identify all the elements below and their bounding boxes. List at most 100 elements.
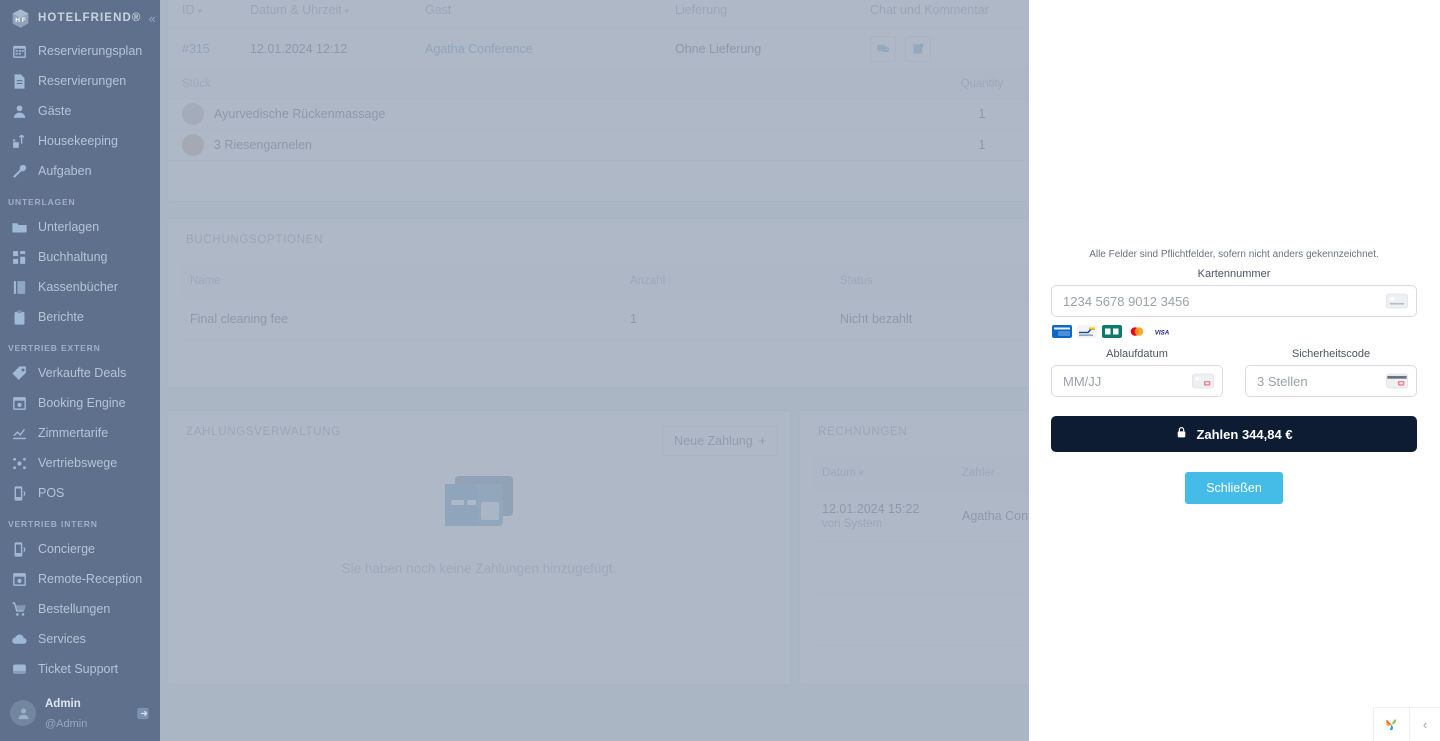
card-number-label: Kartennummer: [1197, 268, 1271, 280]
support-widget[interactable]: ‹: [1373, 707, 1440, 741]
col-guest: Gast: [425, 2, 452, 17]
add-payment-button[interactable]: Neue Zahlung +: [662, 426, 778, 456]
credit-cards-icon: [439, 474, 519, 543]
hotelfriend-logo-icon: H F: [10, 8, 31, 29]
payment-empty-state: Sie haben noch keine Zahlungen hinzugefü…: [168, 474, 790, 576]
clipboard-icon: [14, 309, 25, 325]
sidebar-item-bestellungen[interactable]: Bestellungen: [0, 594, 160, 624]
sidebar-item-label: Remote-Reception: [38, 572, 143, 586]
sidebar-item-verkaufte-deals[interactable]: Verkaufte Deals: [0, 358, 160, 388]
col-count: Anzahl: [630, 274, 666, 287]
item-quantity: 1: [978, 138, 986, 152]
sidebar-item-label: Ticket Support: [38, 662, 119, 676]
sidebar-item-reservierungen[interactable]: Reservierungen: [0, 66, 160, 96]
mastercard-icon: [1127, 325, 1147, 338]
col-datetime[interactable]: Datum & Uhrzeit: [250, 3, 425, 17]
cvc-field[interactable]: [1245, 365, 1417, 397]
sidebar-item-vertriebswege[interactable]: Vertriebswege: [0, 448, 160, 478]
sidebar-item-berichte[interactable]: Berichte: [0, 302, 160, 332]
card-number-field[interactable]: [1051, 285, 1417, 317]
sidebar-item-remote-reception[interactable]: Remote-Reception: [0, 564, 160, 594]
svg-text:VISA: VISA: [1155, 329, 1170, 336]
sidebar-item-housekeeping[interactable]: Housekeeping: [0, 126, 160, 156]
sidebar-item-label: POS: [38, 486, 65, 500]
expiry-label: Ablaufdatum: [1106, 348, 1168, 360]
expiry-field[interactable]: [1051, 365, 1223, 397]
sidebar-item-concierge[interactable]: Concierge: [0, 534, 160, 564]
folder-icon: [12, 222, 27, 232]
sidebar-item-label: Aufgaben: [38, 164, 92, 178]
item-quantity: 1: [978, 107, 986, 121]
chart-line-icon: [13, 428, 26, 439]
housekeeping-icon: [13, 134, 25, 148]
cell-guest[interactable]: Agatha Conference: [425, 42, 675, 56]
lock-icon: [1175, 426, 1188, 442]
sidebar-item-reservierungsplan[interactable]: Reservierungsplan: [0, 36, 160, 66]
cvc-input[interactable]: [1246, 366, 1416, 396]
sidebar-item-label: Gäste: [38, 104, 72, 118]
tag-icon: [12, 365, 26, 380]
ticket-chat-icon: [13, 664, 26, 674]
sidebar-item-label: Vertriebswege: [38, 456, 118, 470]
item-name: 3 Riesengarnelen: [214, 138, 312, 152]
sidebar-item-label: Bestellungen: [38, 602, 111, 616]
sidebar-item-pos[interactable]: POS: [0, 478, 160, 508]
sidebar-item-label: Booking Engine: [38, 396, 126, 410]
sidebar-item-label: Zimmertarife: [38, 426, 109, 440]
bancontact-icon: [1102, 325, 1122, 338]
cloud-icon: [12, 633, 27, 644]
invoice-source: von System: [822, 517, 883, 530]
sidebar: H F HOTELFRIEND® « Reservierungsplan Rese…: [0, 0, 160, 741]
sidebar-item-aufgaben[interactable]: Aufgaben: [0, 156, 160, 186]
cvc-group: Sicherheitscode: [1245, 348, 1417, 397]
sidebar-section-header: UNTERLAGEN: [8, 197, 76, 207]
payment-empty-message: Sie haben noch keine Zahlungen hinzugefü…: [341, 561, 617, 576]
cvc-label: Sicherheitscode: [1291, 348, 1371, 360]
card-payment-form: Alle Felder sind Pflichtfelder, sofern n…: [1051, 248, 1417, 504]
user-account-row[interactable]: Admin @Admin: [0, 685, 160, 741]
sidebar-item-label: Buchhaltung: [38, 250, 108, 264]
pinwheel-logo-icon[interactable]: [1374, 708, 1410, 741]
expiry-group: Ablaufdatum: [1051, 348, 1223, 397]
chevron-left-icon[interactable]: ‹: [1410, 708, 1440, 741]
wrench-icon: [13, 164, 27, 178]
note-icon[interactable]: [905, 35, 932, 62]
col-name: Name: [190, 274, 221, 287]
sidebar-item-label: Verkaufte Deals: [38, 366, 127, 380]
col-id[interactable]: ID: [182, 3, 250, 17]
invoice-date: 12.01.2024 15:22: [822, 501, 920, 516]
cell-datetime: 12.01.2024 12:12: [250, 41, 348, 56]
sidebar-item-label: Unterlagen: [38, 220, 100, 234]
expiry-input[interactable]: [1052, 366, 1222, 396]
cb-icon: [1052, 325, 1072, 338]
payment-management-panel: ZAHLUNGSVERWALTUNG Neue Zahlung + Sie ha…: [167, 410, 791, 685]
sidebar-item-ticket-support[interactable]: Ticket Support: [0, 654, 160, 684]
cell-delivery: Ohne Lieferung: [675, 41, 762, 56]
sidebar-item-buchhaltung[interactable]: Buchhaltung: [0, 242, 160, 272]
user-meta: Admin @Admin: [45, 693, 87, 733]
close-button[interactable]: Schließen: [1185, 472, 1283, 504]
cell-id[interactable]: #315: [182, 42, 250, 56]
calendar-icon: [13, 45, 26, 58]
payment-management-title: ZAHLUNGSVERWALTUNG: [186, 426, 341, 438]
document-icon: [14, 73, 25, 89]
network-nodes-icon: [13, 457, 26, 469]
maestro-icon: [1077, 325, 1097, 338]
chat-bubble-icon[interactable]: [870, 35, 896, 62]
user-icon: [13, 104, 26, 118]
sidebar-item-services[interactable]: Services: [0, 624, 160, 654]
logout-icon[interactable]: [136, 706, 151, 721]
plus-icon: +: [758, 434, 766, 448]
user-name: Admin: [45, 698, 81, 710]
sidebar-item-zimmertarife[interactable]: Zimmertarife: [0, 418, 160, 448]
card-number-input[interactable]: [1052, 286, 1416, 316]
pay-button[interactable]: Zahlen 344,84 €: [1051, 416, 1417, 452]
sidebar-item-g-ste[interactable]: Gäste: [0, 96, 160, 126]
chevron-double-left-icon[interactable]: «: [148, 12, 157, 25]
col-date[interactable]: Datum: [822, 467, 962, 479]
sidebar-item-booking-engine[interactable]: Booking Engine: [0, 388, 160, 418]
sidebar-item-kassenb-cher[interactable]: Kassenbücher: [0, 272, 160, 302]
sidebar-section-header: VERTRIEB INTERN: [8, 519, 98, 529]
sidebar-item-unterlagen[interactable]: Unterlagen: [0, 212, 160, 242]
payment-form-panel: Alle Felder sind Pflichtfelder, sofern n…: [1029, 0, 1440, 741]
